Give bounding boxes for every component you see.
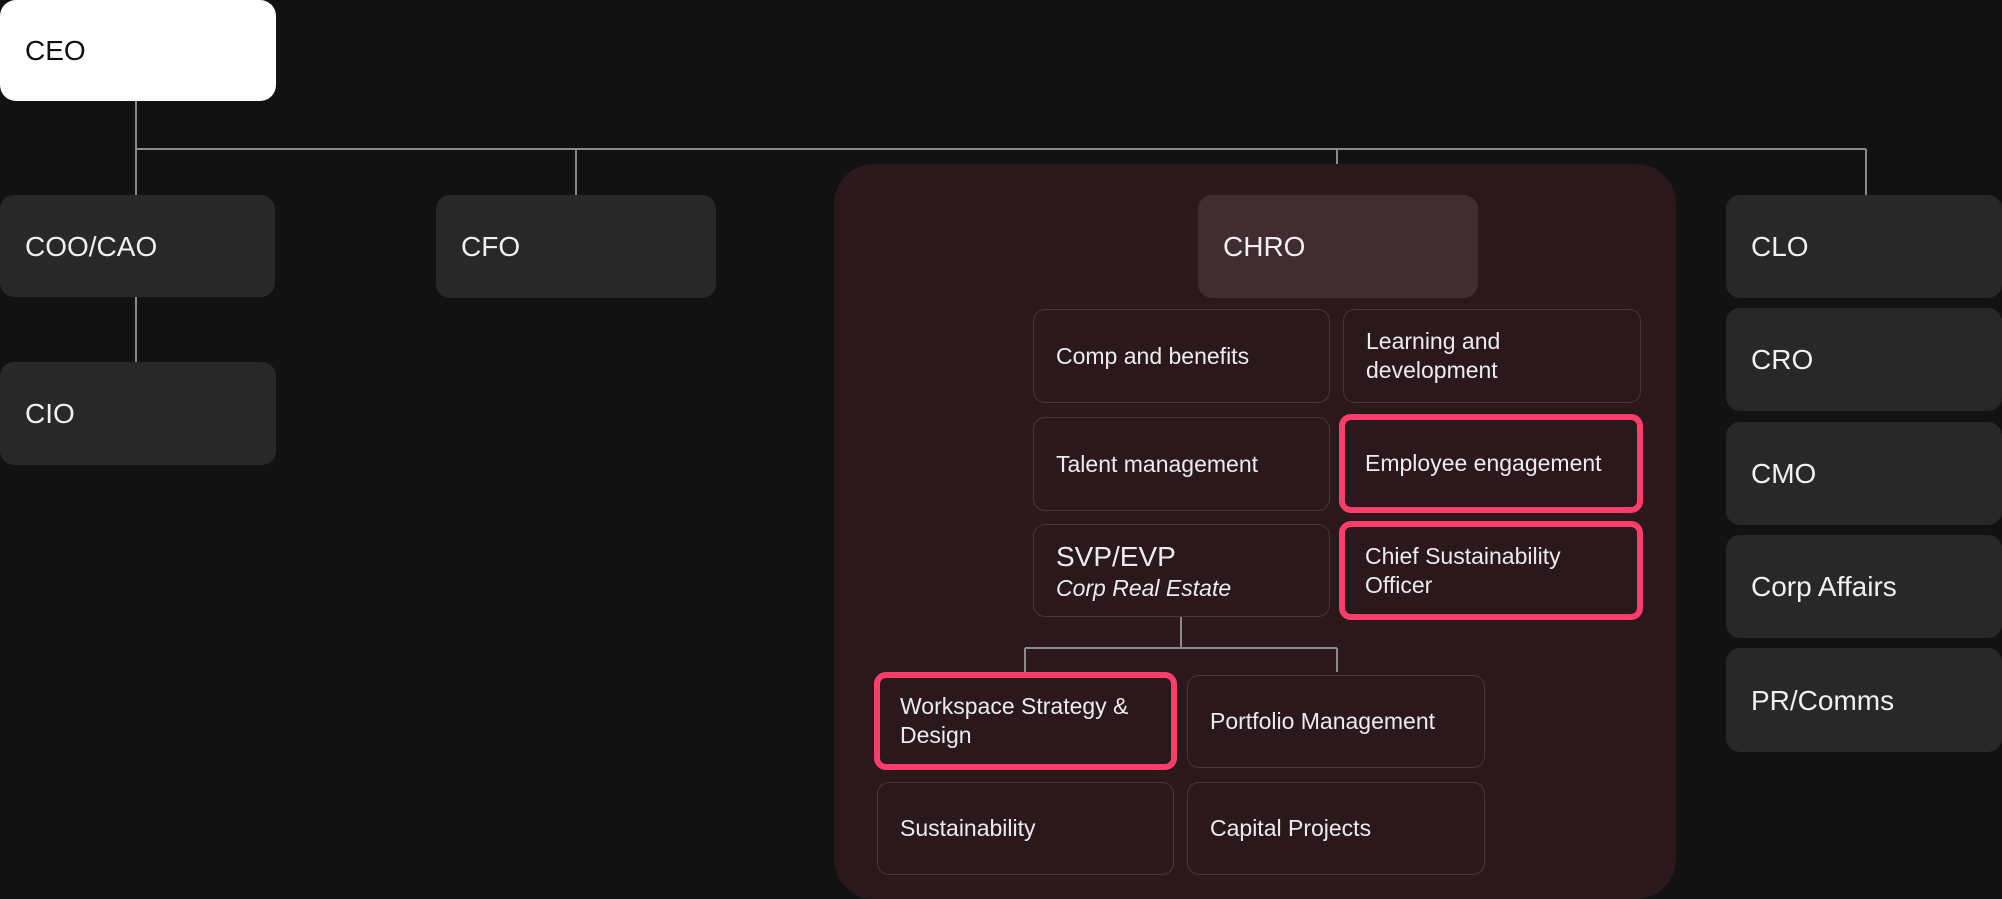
svp-title: SVP/EVP — [1056, 540, 1176, 572]
clo-label: CLO — [1751, 231, 1809, 262]
capital-label: Capital Projects — [1210, 815, 1372, 842]
pr-comms-label: PR/Comms — [1751, 684, 1895, 716]
workspace-label: Workspace Strategy & Design — [900, 693, 1129, 748]
corp-affairs-label: Corp Affairs — [1751, 571, 1897, 602]
learning-box[interactable]: Learning and development — [1343, 309, 1641, 403]
ceo-box[interactable]: CEO — [0, 0, 276, 101]
coo-label: COO/CAO — [25, 230, 158, 262]
cro-box[interactable]: CRO — [1726, 308, 2002, 411]
learning-label: Learning and development — [1366, 328, 1501, 383]
sustainability-label: Sustainability — [900, 815, 1036, 842]
chro-label: CHRO — [1223, 231, 1306, 262]
portfolio-label: Portfolio Management — [1210, 708, 1436, 735]
cro-label: CRO — [1751, 344, 1814, 375]
corp-affairs-box[interactable]: Corp Affairs — [1726, 535, 2002, 638]
cmo-label: CMO — [1751, 458, 1817, 489]
pr-comms-box[interactable]: PR/Comms — [1726, 648, 2002, 752]
comp-benefits-label: Comp and benefits — [1056, 342, 1250, 369]
ceo-label: CEO — [25, 35, 86, 66]
cio-box[interactable]: CIO — [0, 362, 276, 465]
svp-box[interactable]: SVP/EVP Corp Real Estate — [1033, 524, 1330, 617]
capital-box[interactable]: Capital Projects — [1187, 782, 1485, 875]
comp-benefits-box[interactable]: Comp and benefits — [1033, 309, 1330, 403]
talent-box[interactable]: Talent management — [1033, 417, 1330, 511]
coo-box[interactable]: COO/CAO — [0, 195, 275, 297]
engagement-box[interactable]: Employee engagement — [1339, 414, 1643, 513]
chro-box[interactable]: CHRO — [1198, 195, 1478, 298]
sustainability-box[interactable]: Sustainability — [877, 782, 1174, 875]
cfo-label: CFO — [461, 231, 521, 262]
workspace-box[interactable]: Workspace Strategy & Design — [874, 672, 1177, 770]
cmo-box[interactable]: CMO — [1726, 422, 2002, 525]
cio-label: CIO — [25, 398, 75, 429]
sustainability-officer-box[interactable]: Chief Sustainability Officer — [1339, 521, 1643, 620]
engagement-label: Employee engagement — [1365, 450, 1602, 477]
svp-subtitle: Corp Real Estate — [1056, 574, 1232, 601]
cfo-box[interactable]: CFO — [436, 195, 716, 298]
clo-box[interactable]: CLO — [1726, 195, 2002, 298]
portfolio-box[interactable]: Portfolio Management — [1187, 675, 1485, 768]
sustainability-officer-label: Chief Sustainability Officer — [1365, 542, 1561, 598]
talent-label: Talent management — [1056, 450, 1259, 477]
